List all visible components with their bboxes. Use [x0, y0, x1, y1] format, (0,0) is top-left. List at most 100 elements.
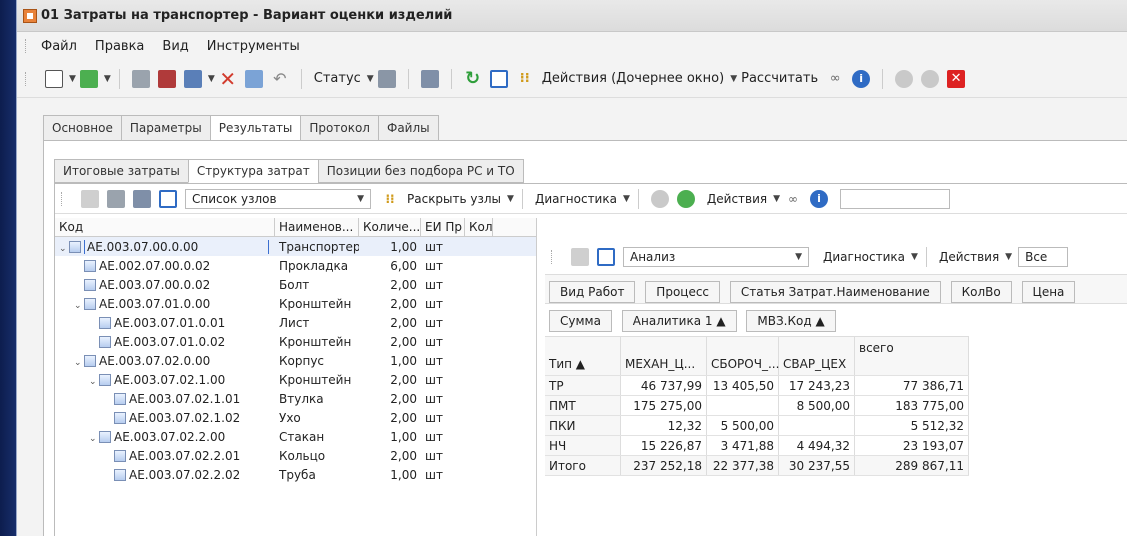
tree-row[interactable]: AE.003.07.02.2.01 Кольцо 2,00 шт — [55, 446, 536, 465]
col-qty[interactable]: Количе... — [359, 218, 421, 236]
col-name[interactable]: Наименов... — [275, 218, 359, 236]
field-cost-item[interactable]: Статья Затрат.Наименование — [729, 281, 941, 303]
list-icon[interactable] — [107, 189, 125, 208]
help-icon[interactable] — [571, 248, 589, 266]
tab-cost-structure[interactable]: Структура затрат — [187, 159, 318, 183]
actions-child-menu[interactable]: Действия (Дочернее окно) — [542, 71, 724, 86]
close-icon[interactable]: ✕ — [947, 69, 966, 88]
col-mech[interactable]: МЕХАН_Ц... — [621, 337, 707, 375]
properties-icon[interactable] — [244, 69, 263, 88]
pivot-row-label[interactable]: ПКИ — [545, 416, 621, 435]
node-name: Прокладка — [279, 258, 349, 273]
tree-row[interactable]: AE.003.07.02.2.02 Труба 1,00 шт — [55, 465, 536, 484]
link-icon[interactable]: ∞ — [826, 70, 844, 88]
menu-edit[interactable]: Правка — [95, 39, 144, 54]
search-input[interactable] — [840, 188, 951, 209]
tree-row[interactable]: ⌄ AE.003.07.02.0.00 Корпус 1,00 шт — [55, 351, 536, 370]
node-icon — [114, 412, 126, 424]
node-unit: шт — [425, 467, 443, 482]
print-icon[interactable] — [133, 189, 151, 208]
tab-parameters[interactable]: Параметры — [120, 115, 210, 141]
info-icon[interactable]: i — [852, 69, 871, 88]
tab-protocol[interactable]: Протокол — [300, 115, 378, 141]
pivot-row-label[interactable]: ТР — [545, 376, 621, 395]
field-sum[interactable]: Сумма — [549, 310, 612, 332]
menu-tools[interactable]: Инструменты — [207, 39, 300, 54]
diagnostics-menu[interactable]: Диагностика — [535, 192, 617, 206]
pivot-row-label[interactable]: Итого — [545, 456, 621, 475]
tab-main[interactable]: Основное — [43, 115, 121, 141]
down-icon[interactable] — [921, 69, 940, 88]
col-unit[interactable]: ЕИ Пр — [421, 218, 465, 236]
tree-cell-code: ⌄ AE.003.07.02.2.00 — [55, 430, 275, 444]
analysis-actions-menu[interactable]: Действия — [939, 250, 999, 264]
field-quantity[interactable]: КолВо — [950, 281, 1012, 303]
copy-icon[interactable] — [183, 69, 202, 88]
tree-row[interactable]: AE.003.07.02.1.01 Втулка 2,00 шт — [55, 389, 536, 408]
field-price[interactable]: Цена — [1021, 281, 1076, 303]
analysis-diagnostics-menu[interactable]: Диагностика — [823, 250, 905, 264]
tree-icon[interactable]: ⁝⁝ — [516, 70, 534, 88]
node-code: AE.003.07.02.1.00 — [114, 372, 226, 387]
tree-row[interactable]: AE.003.07.02.1.02 Ухо 2,00 шт — [55, 408, 536, 427]
tree-row[interactable]: ⌄ AE.003.07.00.0.00 Транспортер 1,00 шт — [55, 237, 536, 256]
tree-row[interactable]: AE.003.07.01.0.01 Лист 2,00 шт — [55, 313, 536, 332]
field-analytics[interactable]: Аналитика 1 ▲ — [621, 310, 737, 332]
save-icon[interactable] — [131, 69, 150, 88]
tree-row[interactable]: ⌄ AE.003.07.02.2.00 Стакан 1,00 шт — [55, 427, 536, 446]
pivot-row-label[interactable]: НЧ — [545, 436, 621, 455]
field-mvz-code[interactable]: МВЗ.Код ▲ — [746, 310, 836, 332]
expand-toggle-icon[interactable]: ⌄ — [89, 434, 99, 444]
down-icon[interactable] — [676, 189, 695, 208]
tab-files[interactable]: Файлы — [377, 115, 439, 141]
tree-row[interactable]: ⌄ AE.003.07.01.0.00 Кронштейн 2,00 шт — [55, 294, 536, 313]
col-total[interactable]: всего — [855, 337, 969, 375]
up-icon[interactable] — [895, 69, 914, 88]
delete-icon[interactable]: ✕ — [219, 69, 237, 89]
field-process[interactable]: Процесс — [645, 281, 721, 303]
open-window-icon[interactable] — [159, 189, 177, 208]
menu-view[interactable]: Вид — [162, 39, 188, 54]
save-as-icon[interactable] — [157, 69, 176, 88]
print-icon[interactable] — [420, 69, 439, 88]
tree-row[interactable]: ⌄ AE.003.07.02.1.00 Кронштейн 2,00 шт — [55, 370, 536, 389]
expand-nodes-menu[interactable]: Раскрыть узлы — [407, 192, 501, 206]
col-welding[interactable]: СВАР_ЦЕХ — [779, 337, 855, 375]
info-icon[interactable]: i — [810, 189, 829, 208]
add-icon[interactable] — [79, 69, 98, 88]
tab-results[interactable]: Результаты — [209, 115, 301, 141]
col-assembly[interactable]: СБОРОЧ_... — [707, 337, 779, 375]
new-document-icon[interactable] — [45, 69, 63, 88]
field-work-type[interactable]: Вид Работ — [549, 281, 636, 303]
open-window-icon[interactable] — [597, 248, 615, 266]
expand-toggle-icon[interactable]: ⌄ — [59, 244, 69, 254]
row-header-type[interactable]: Тип ▲ — [545, 337, 621, 375]
help-icon[interactable] — [81, 189, 99, 208]
filter-select[interactable]: Все — [1018, 247, 1069, 267]
pivot-row-label[interactable]: ПМТ — [545, 396, 621, 415]
analysis-select[interactable]: Анализ ▼ — [623, 247, 809, 267]
list-icon[interactable] — [377, 69, 396, 88]
col-kol[interactable]: Кол — [465, 218, 493, 236]
link-icon[interactable]: ∞ — [784, 190, 802, 208]
expand-toggle-icon[interactable]: ⌄ — [74, 301, 84, 311]
status-menu[interactable]: Статус — [314, 71, 361, 86]
refresh-icon[interactable]: ↻ — [464, 69, 482, 88]
actions-menu[interactable]: Действия — [707, 192, 767, 206]
expand-toggle-icon[interactable]: ⌄ — [89, 377, 99, 387]
calculate-button[interactable]: Рассчитать — [741, 71, 818, 86]
expand-toggle-icon[interactable]: ⌄ — [74, 358, 84, 368]
node-qty: 1,00 — [390, 353, 417, 368]
open-window-icon[interactable] — [489, 69, 508, 88]
node-list-select[interactable]: Список узлов ▼ — [185, 188, 371, 209]
tree-row[interactable]: AE.002.07.00.0.02 Прокладка 6,00 шт — [55, 256, 536, 275]
pivot-cell — [779, 416, 855, 435]
menu-file[interactable]: Файл — [41, 39, 77, 54]
tab-unmatched-positions[interactable]: Позиции без подбора РС и ТО — [317, 159, 524, 183]
up-icon[interactable] — [650, 189, 669, 208]
tree-row[interactable]: AE.003.07.00.0.02 Болт 2,00 шт — [55, 275, 536, 294]
tab-total-costs[interactable]: Итоговые затраты — [54, 159, 188, 183]
col-code[interactable]: Код — [55, 218, 275, 236]
tree-row[interactable]: AE.003.07.01.0.02 Кронштейн 2,00 шт — [55, 332, 536, 351]
undo-icon[interactable]: ↶ — [271, 69, 289, 88]
